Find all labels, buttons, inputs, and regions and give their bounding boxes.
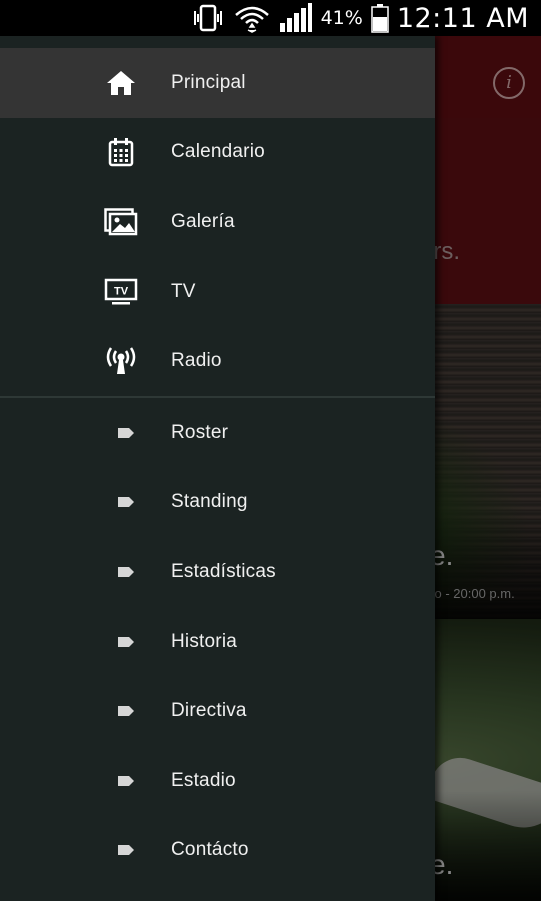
tag-icon [116, 635, 136, 649]
home-icon [104, 66, 138, 100]
menu-item-label: Galería [171, 210, 235, 232]
svg-text:TV: TV [114, 285, 129, 297]
menu-item-label: TV [171, 280, 196, 302]
menu-item-radio[interactable]: Radio [0, 326, 435, 396]
menu-item-label: Roster [171, 421, 229, 443]
tag-icon [116, 843, 136, 857]
menu-item-estadisticas[interactable]: Estadísticas [0, 537, 435, 607]
vibrate-icon [191, 3, 225, 33]
wifi-icon [233, 3, 271, 33]
menu-item-label: Estadio [171, 769, 236, 791]
menu-item-galeria[interactable]: Galería [0, 187, 435, 257]
menu-item-label: Historia [171, 630, 238, 652]
drawer-menu: Principal Calendario Galería TV TV Radio… [0, 48, 435, 885]
menu-item-label: Radio [171, 350, 222, 372]
battery-icon [371, 3, 389, 33]
status-icons: 41% 12:11 AM [191, 0, 529, 36]
menu-item-label: Contácto [171, 839, 249, 861]
navigation-drawer: Principal Calendario Galería TV TV Radio… [0, 36, 435, 901]
menu-item-label: Estadísticas [171, 560, 276, 582]
signal-icon [279, 3, 313, 33]
menu-item-label: Calendario [171, 141, 265, 163]
menu-item-standing[interactable]: Standing [0, 468, 435, 538]
radio-icon [104, 344, 138, 378]
battery-percent: 41% [320, 7, 363, 29]
menu-item-estadio[interactable]: Estadio [0, 746, 435, 816]
tag-icon [116, 704, 136, 718]
status-bar: 41% 12:11 AM [0, 0, 541, 36]
menu-item-tv[interactable]: TV TV [0, 257, 435, 327]
calendar-icon [104, 135, 138, 169]
menu-item-label: Directiva [171, 700, 247, 722]
menu-item-roster[interactable]: Roster [0, 398, 435, 468]
menu-item-principal[interactable]: Principal [0, 48, 435, 118]
gallery-icon [104, 205, 138, 239]
tv-icon: TV [104, 275, 138, 309]
tag-icon [116, 426, 136, 440]
menu-item-directiva[interactable]: Directiva [0, 676, 435, 746]
tag-icon [116, 495, 136, 509]
menu-item-historia[interactable]: Historia [0, 607, 435, 677]
tag-icon [116, 774, 136, 788]
menu-item-label: Principal [171, 71, 246, 93]
clock: 12:11 AM [396, 2, 529, 34]
menu-item-calendario[interactable]: Calendario [0, 118, 435, 188]
tag-icon [116, 565, 136, 579]
menu-item-label: Standing [171, 491, 248, 513]
menu-item-contacto[interactable]: Contácto [0, 816, 435, 886]
